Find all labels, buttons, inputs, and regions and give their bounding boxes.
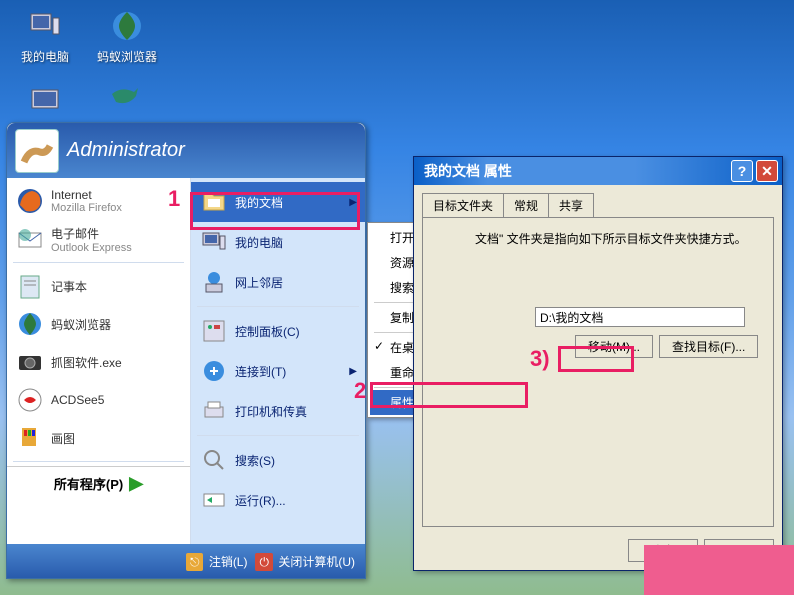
computer-icon	[25, 6, 65, 46]
menu-item-my-documents[interactable]: 我的文档 ▶	[191, 182, 365, 222]
paint-icon	[15, 423, 45, 453]
annotation-label-3: 3)	[530, 346, 550, 372]
annotation-label-2: 2	[354, 378, 366, 404]
menu-divider	[197, 435, 359, 436]
acdsee-icon	[15, 385, 45, 415]
notepad-icon	[15, 271, 45, 301]
menu-item-control-panel[interactable]: 控制面板(C)	[191, 311, 365, 351]
menu-item-ant-browser[interactable]: 蚂蚁浏览器	[7, 305, 190, 343]
desktop-icon-ant-browser[interactable]: 蚂蚁浏览器	[92, 6, 162, 65]
chevron-right-icon: ▶	[349, 197, 357, 208]
dialog-content: 文档" 文件夹是指向如下所示目标文件夹快捷方式。 移动(M)... 查找目标(F…	[422, 217, 774, 527]
desktop-icon-label: 我的电脑	[10, 48, 80, 65]
monitor-icon	[30, 88, 64, 123]
globe-icon	[107, 6, 147, 46]
menu-item-notepad[interactable]: 记事本	[7, 267, 190, 305]
printer-icon	[199, 396, 229, 426]
network-icon	[199, 267, 229, 297]
dialog-description: 文档" 文件夹是指向如下所示目标文件夹快捷方式。	[475, 230, 761, 247]
help-button[interactable]: ?	[731, 160, 753, 182]
properties-dialog: 我的文档 属性 ? ✕ 目标文件夹 常规 共享 文档" 文件夹是指向如下所示目标…	[413, 156, 783, 571]
desktop-icon-label: 蚂蚁浏览器	[92, 48, 162, 65]
chevron-right-icon: ▶	[349, 366, 357, 377]
bird-icon	[108, 84, 144, 119]
menu-item-paint[interactable]: 画图	[7, 419, 190, 457]
menu-divider	[13, 262, 184, 263]
start-menu-footer: ⎋ 注销(L) ⏻ 关闭计算机(U)	[7, 544, 365, 578]
logoff-icon: ⎋	[186, 553, 204, 571]
mail-icon	[15, 224, 45, 254]
annotation-label-1: 1	[168, 186, 180, 212]
shutdown-button[interactable]: ⏻ 关闭计算机(U)	[255, 553, 355, 570]
menu-divider	[13, 461, 184, 462]
start-menu-body: InternetMozilla Firefox 电子邮件Outlook Expr…	[7, 178, 365, 544]
tab-general[interactable]: 常规	[503, 193, 549, 217]
start-menu-username: Administrator	[67, 139, 185, 162]
start-menu: Administrator InternetMozilla Firefox 电子…	[6, 122, 366, 579]
connection-icon	[199, 356, 229, 386]
menu-item-search[interactable]: 搜索(S)	[191, 440, 365, 480]
computer-icon	[199, 227, 229, 257]
user-avatar	[15, 129, 59, 173]
dialog-titlebar[interactable]: 我的文档 属性 ? ✕	[414, 157, 782, 185]
tab-sharing[interactable]: 共享	[548, 193, 594, 217]
target-path-input[interactable]	[535, 307, 745, 327]
menu-item-network[interactable]: 网上邻居	[191, 262, 365, 302]
menu-item-screenshot[interactable]: 抓图软件.exe	[7, 343, 190, 381]
shutdown-icon: ⏻	[255, 553, 273, 571]
control-panel-icon	[199, 316, 229, 346]
folder-icon	[199, 187, 229, 217]
start-menu-left-panel: InternetMozilla Firefox 电子邮件Outlook Expr…	[7, 178, 191, 544]
search-icon	[199, 445, 229, 475]
desktop-icon-my-computer[interactable]: 我的电脑	[10, 6, 80, 65]
move-button[interactable]: 移动(M)...	[575, 335, 653, 358]
all-programs-button[interactable]: 所有程序(P) ▶	[7, 466, 190, 500]
menu-item-internet[interactable]: InternetMozilla Firefox	[7, 182, 190, 220]
firefox-icon	[15, 186, 45, 216]
logoff-button[interactable]: ⎋ 注销(L)	[186, 553, 248, 570]
close-button[interactable]: ✕	[756, 160, 778, 182]
desktop: 我的电脑 蚂蚁浏览器 Administrator InternetMozilla…	[0, 0, 794, 595]
menu-item-acdsee[interactable]: ACDSee5	[7, 381, 190, 419]
find-target-button[interactable]: 查找目标(F)...	[659, 335, 758, 358]
tab-target-folder[interactable]: 目标文件夹	[422, 193, 504, 217]
menu-item-printers[interactable]: 打印机和传真	[191, 391, 365, 431]
menu-item-my-computer[interactable]: 我的电脑	[191, 222, 365, 262]
dialog-title: 我的文档 属性	[424, 161, 512, 181]
dialog-tabs: 目标文件夹 常规 共享	[414, 185, 782, 217]
globe-icon	[15, 309, 45, 339]
menu-item-run[interactable]: 运行(R)...	[191, 480, 365, 520]
run-icon	[199, 485, 229, 515]
start-menu-right-panel: 我的文档 ▶ 我的电脑 网上邻居 控制面板(C)	[191, 178, 365, 544]
arrow-right-icon: ▶	[129, 473, 143, 494]
camera-icon	[15, 347, 45, 377]
menu-divider	[197, 306, 359, 307]
watermark-box	[644, 545, 794, 595]
menu-item-connect-to[interactable]: 连接到(T) ▶	[191, 351, 365, 391]
start-menu-header: Administrator	[7, 123, 365, 178]
menu-item-email[interactable]: 电子邮件Outlook Express	[7, 220, 190, 258]
